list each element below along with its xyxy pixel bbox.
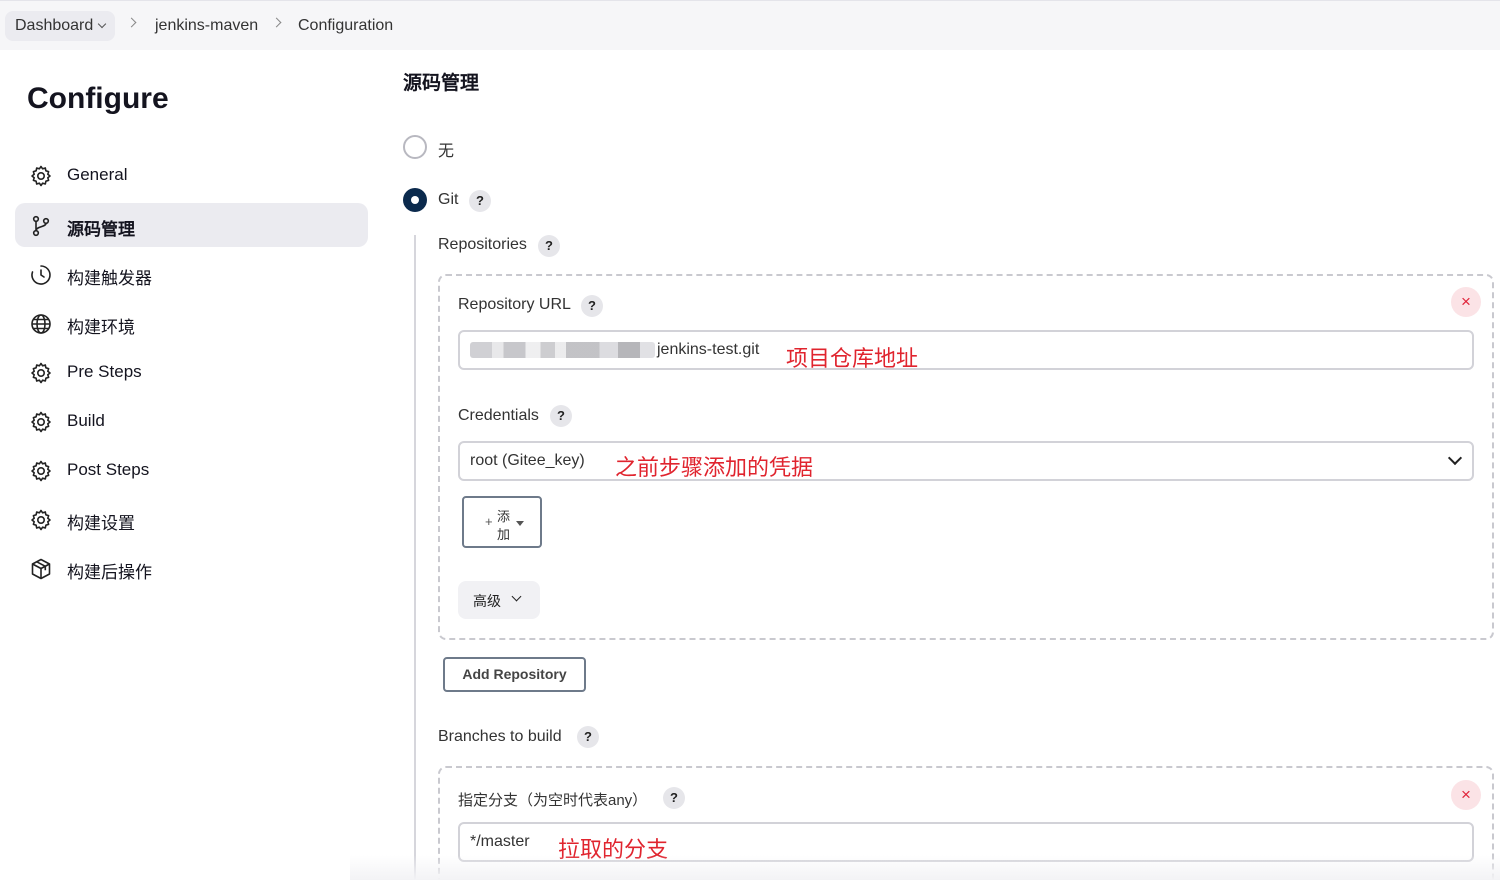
help-icon[interactable]: ? [577,726,599,748]
chevron-right-icon [126,17,137,28]
credentials-value: root (Gitee_key) [470,452,585,469]
chevron-down-icon [511,591,522,602]
sidebar-item-scm[interactable]: 源码管理 [15,203,368,247]
caret-down-icon [516,521,524,526]
sidebar-item-build-settings[interactable]: 构建设置 [15,497,368,541]
breadcrumb-configuration: Configuration [298,17,394,34]
plus-icon: + [485,514,493,529]
branch-icon [32,215,50,237]
package-icon [31,558,51,580]
breadcrumb-dashboard-label: Dashboard [15,17,94,34]
gear-icon [31,411,51,433]
radio-git[interactable] [403,188,427,212]
credentials-select[interactable]: root (Gitee_key) [458,441,1474,481]
bottom-fade [350,855,1500,880]
gear-icon [31,509,51,531]
sidebar-item-post-steps[interactable]: Post Steps [15,448,368,492]
sidebar-title: Configure [27,82,169,115]
repo-url-value: jenkins-test.git [657,341,760,358]
chevron-down-icon [1447,450,1463,466]
sidebar-item-label: 构建后操作 [67,563,152,582]
sidebar-item-label: Post Steps [67,460,150,479]
radio-git-label: Git [438,191,459,208]
add-credentials-button[interactable]: + 添 加 [462,496,542,548]
sidebar-item-build-environment[interactable]: 构建环境 [15,301,368,345]
annotation-credentials: 之前步骤添加的凭据 [615,455,814,480]
repositories-label: Repositories [438,236,527,253]
sidebar-item-label: 构建设置 [67,514,135,533]
help-icon[interactable]: ? [538,235,560,257]
add-button-label: 添 [497,509,511,524]
breadcrumb-project[interactable]: jenkins-maven [155,11,258,41]
breadcrumb: Dashboard jenkins-maven Configuration [0,0,1500,50]
sidebar-item-label: General [67,165,128,184]
annotation-repo-url: 项目仓库地址 [786,346,919,371]
sidebar-item-general[interactable]: General [15,153,368,197]
help-icon[interactable]: ? [469,190,491,212]
branch-value: */master [470,833,530,850]
sidebar-item-build[interactable]: Build [15,399,368,443]
radio-none-label: 无 [438,143,455,160]
advanced-label: 高级 [473,593,501,609]
gear-icon [31,460,51,482]
sidebar-item-label: 构建触发器 [67,269,152,288]
gear-icon [31,165,51,187]
sidebar-item-label: Build [67,411,105,430]
close-icon[interactable]: × [1451,780,1481,810]
repo-url-label: Repository URL [458,296,571,313]
add-repository-button[interactable]: Add Repository [443,657,586,692]
chevron-down-icon[interactable] [98,19,107,29]
sidebar-item-label: 源码管理 [67,220,135,239]
section-title: 源码管理 [403,73,480,94]
branch-spec-label: 指定分支（为空时代表any） [458,792,648,809]
credentials-label: Credentials [458,407,539,424]
advanced-button[interactable]: 高级 [458,581,540,619]
globe-icon [31,314,51,334]
help-icon[interactable]: ? [550,405,572,427]
sidebar-item-post-build-actions[interactable]: 构建后操作 [15,546,368,590]
help-icon[interactable]: ? [663,787,685,809]
sidebar-item-label: 构建环境 [67,318,135,337]
branches-label: Branches to build [438,728,562,745]
breadcrumb-dashboard[interactable]: Dashboard [5,11,116,41]
close-icon[interactable]: × [1451,287,1481,317]
sidebar-item-build-triggers[interactable]: 构建触发器 [15,252,368,296]
section-indent-line [414,235,416,880]
chevron-right-icon [271,17,282,28]
redacted-url-prefix [470,341,655,358]
repo-url-input[interactable]: jenkins-test.git [458,330,1474,370]
help-icon[interactable]: ? [581,295,603,317]
clock-icon [31,265,51,285]
radio-none[interactable] [403,135,427,159]
gear-icon [31,362,51,384]
sidebar-item-label: Pre Steps [67,362,142,381]
add-button-label: 加 [497,527,511,542]
sidebar-item-pre-steps[interactable]: Pre Steps [15,350,368,394]
